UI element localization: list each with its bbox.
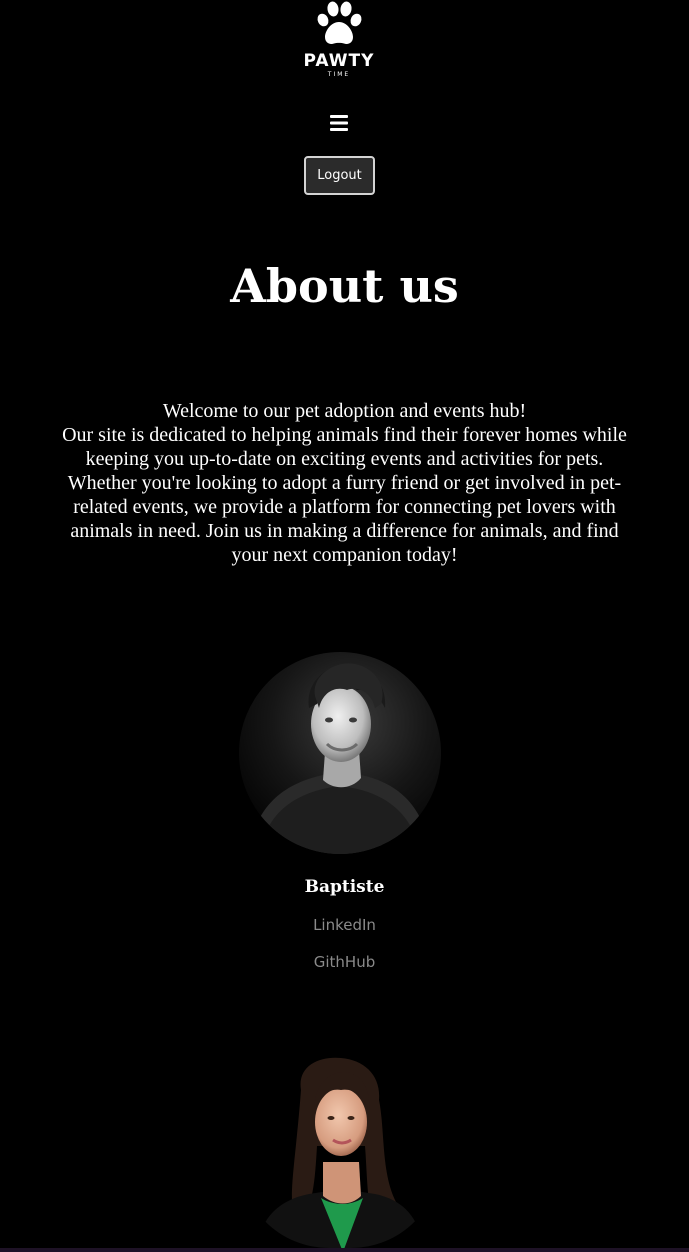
intro-line: Whether you're looking to adopt a furry …: [67, 472, 622, 494]
intro-text: Welcome to our pet adoption and events h…: [24, 399, 665, 567]
linkedin-link[interactable]: LinkedIn: [0, 915, 689, 935]
intro-line: related events, we provide a platform fo…: [73, 496, 616, 518]
intro-line: animals in need. Join us in making a dif…: [70, 520, 619, 542]
page-title: About us: [230, 259, 459, 313]
intro-line: your next companion today!: [231, 544, 458, 566]
paw-icon: [317, 1, 362, 44]
intro-line: Welcome to our pet adoption and events h…: [162, 400, 527, 422]
team-member-photo: [239, 652, 441, 854]
logout-button[interactable]: Logout: [304, 156, 375, 195]
team-member-name: Baptiste: [304, 877, 385, 897]
bottom-edge-bar: [0, 1248, 689, 1252]
github-link[interactable]: GithHub: [0, 952, 689, 972]
site-logo[interactable]: PAWTY TIME: [303, 0, 375, 86]
intro-line: keeping you up-to-date on exciting event…: [85, 448, 604, 470]
team-member-photo: [239, 1050, 441, 1248]
logo-name: PAWTY: [303, 51, 375, 71]
hamburger-icon[interactable]: [328, 112, 350, 134]
logo-subtitle: TIME: [327, 71, 351, 78]
intro-line: Our site is dedicated to helping animals…: [62, 424, 627, 446]
